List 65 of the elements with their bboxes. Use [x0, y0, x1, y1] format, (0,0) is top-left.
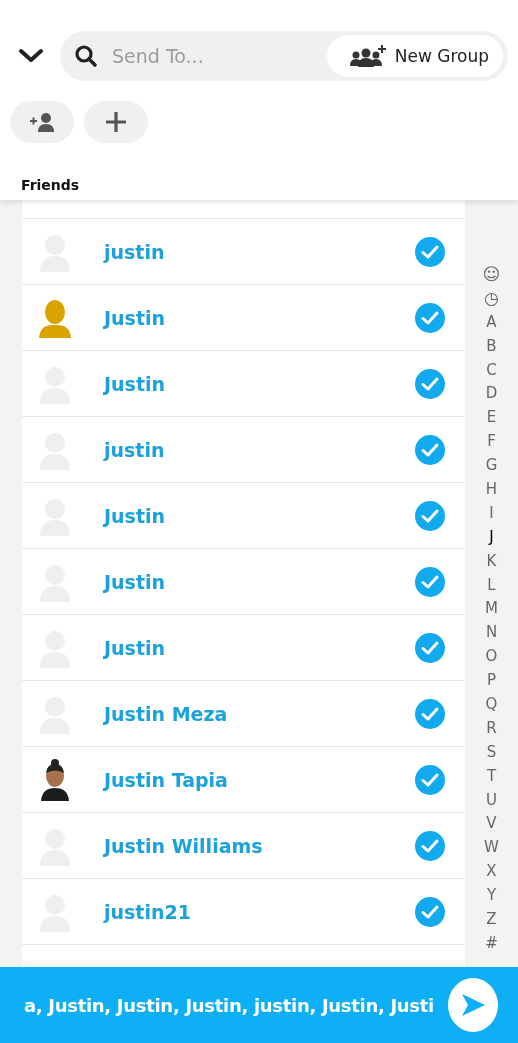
checked-circle-icon[interactable] — [415, 896, 445, 927]
friend-name[interactable]: justin — [104, 240, 415, 263]
group-add-icon — [348, 44, 387, 68]
friend-name[interactable]: Justin Tapia — [104, 768, 415, 791]
checked-circle-icon[interactable] — [415, 632, 445, 663]
friend-name[interactable]: justin21 — [104, 900, 415, 923]
plus-icon — [105, 111, 127, 133]
checked-circle-icon[interactable] — [415, 434, 445, 465]
index-letter[interactable]: C — [486, 358, 497, 383]
checked-circle-icon[interactable] — [415, 302, 445, 333]
index-letter[interactable]: T — [486, 764, 497, 789]
index-letter[interactable]: N — [485, 621, 498, 646]
friend-name[interactable]: justin — [104, 438, 415, 461]
search-icon — [74, 44, 98, 68]
friend-name[interactable]: Justin Meza — [104, 702, 415, 725]
collapse-chevron-icon[interactable] — [18, 48, 44, 64]
checked-circle-icon[interactable] — [415, 698, 445, 729]
checked-circle-icon[interactable] — [415, 500, 445, 531]
index-letter[interactable]: X — [486, 860, 497, 885]
checked-circle-icon[interactable] — [415, 764, 445, 795]
index-letter[interactable]: S — [486, 740, 497, 765]
recipients-text: a, Justin, Justin, Justin, justin, Justin, Justi — [24, 994, 434, 1016]
index-letter[interactable]: Q — [485, 693, 498, 717]
index-symbol[interactable]: ◷ — [484, 286, 499, 311]
index-letter[interactable]: I — [489, 501, 494, 526]
add-button[interactable] — [84, 101, 148, 143]
new-group-button[interactable]: New Group — [326, 35, 503, 77]
index-letter[interactable]: D — [485, 382, 498, 407]
index-letter[interactable]: L — [487, 573, 496, 598]
checked-circle-icon[interactable] — [415, 368, 445, 399]
index-letter[interactable]: P — [486, 669, 496, 694]
friend-name[interactable]: Justin — [104, 306, 415, 329]
index-letter[interactable]: Z — [486, 908, 497, 932]
section-title: Friends — [21, 177, 81, 193]
index-symbol[interactable]: ☺ — [482, 263, 501, 287]
index-letter[interactable]: J — [489, 525, 494, 550]
index-letter[interactable]: F — [487, 430, 496, 455]
add-person-icon — [29, 112, 55, 132]
add-friend-button[interactable] — [10, 101, 74, 143]
index-letter[interactable]: O — [485, 645, 498, 670]
index-letter[interactable]: A — [486, 310, 497, 335]
friend-name[interactable]: Justin Williams — [104, 834, 415, 857]
index-letter[interactable]: Y — [486, 884, 497, 909]
friend-name[interactable]: Justin — [104, 636, 415, 659]
index-letter[interactable]: R — [486, 716, 497, 741]
checked-circle-icon[interactable] — [415, 236, 445, 267]
index-letter[interactable]: K — [486, 549, 497, 574]
send-button[interactable] — [447, 978, 498, 1032]
avatar-figure-icon — [38, 758, 72, 801]
friend-name[interactable]: Justin — [104, 372, 415, 395]
index-letter[interactable]: B — [486, 334, 497, 359]
index-letter[interactable]: U — [486, 788, 497, 813]
checked-circle-icon[interactable] — [415, 830, 445, 861]
index-letter[interactable]: # — [485, 931, 498, 956]
index-letter[interactable]: E — [486, 406, 497, 431]
checked-circle-icon[interactable] — [415, 566, 445, 597]
search-field[interactable]: Send To... New Group — [60, 31, 508, 81]
avatar-silhouette-icon — [38, 297, 72, 338]
index-letter[interactable]: V — [486, 812, 497, 837]
friend-name[interactable]: Justin — [104, 504, 415, 527]
index-letter[interactable]: G — [485, 454, 498, 478]
friend-name[interactable]: Justin — [104, 570, 415, 593]
index-letter[interactable]: M — [485, 597, 498, 622]
index-letter[interactable]: W — [484, 836, 499, 861]
index-letter[interactable]: H — [485, 478, 498, 502]
